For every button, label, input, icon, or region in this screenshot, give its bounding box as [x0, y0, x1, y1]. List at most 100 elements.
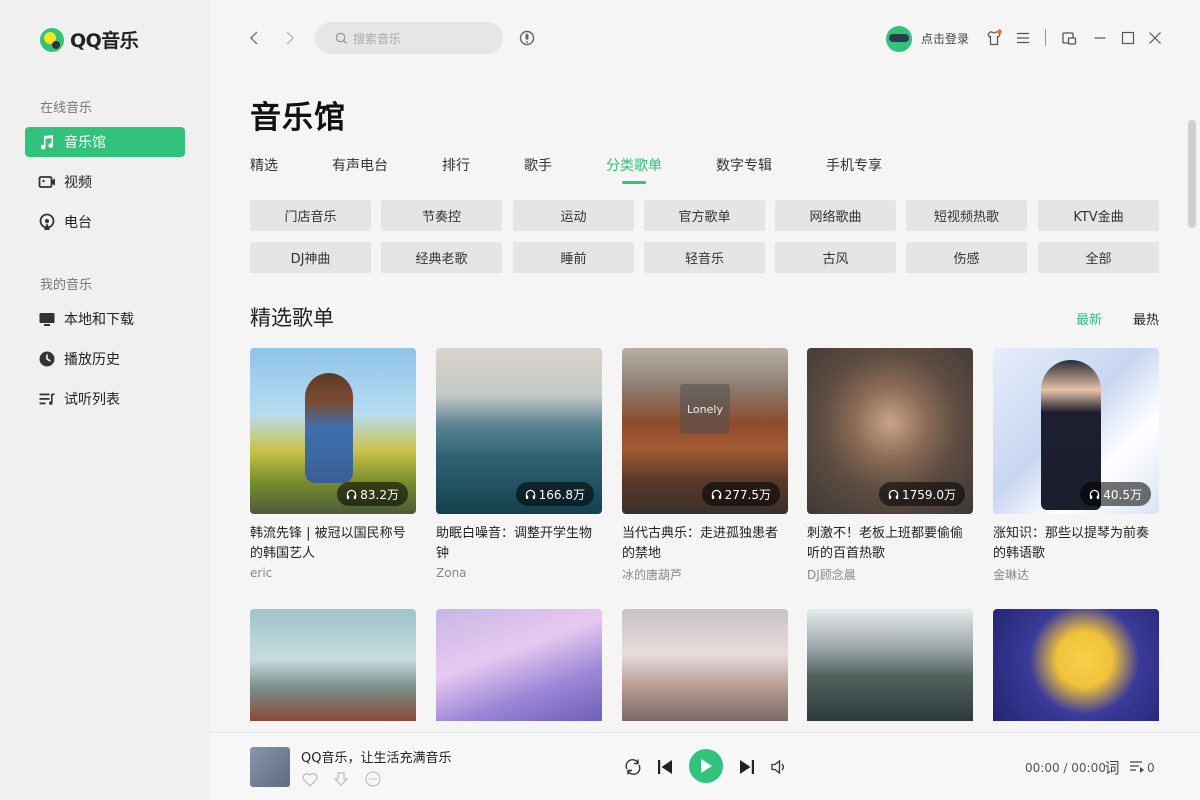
category-chip[interactable]: DJ神曲 — [250, 242, 371, 273]
main-menu-button[interactable] — [1012, 27, 1034, 49]
tab-singers[interactable]: 歌手 — [524, 155, 552, 175]
queue-count: 0 — [1147, 761, 1155, 775]
next-track-icon — [740, 760, 754, 774]
tab-category-playlists[interactable]: 分类歌单 — [606, 155, 662, 175]
music-note-icon — [40, 135, 54, 150]
now-playing-cover[interactable] — [250, 747, 290, 787]
tab-featured[interactable]: 精选 — [250, 155, 278, 175]
previous-track-icon — [658, 760, 672, 774]
playlist-title[interactable]: 涨知识：那些以提琴为前奏的韩语歌 — [993, 524, 1159, 564]
category-chip[interactable]: 网络歌曲 — [775, 200, 896, 231]
category-chip[interactable]: KTV金曲 — [1038, 200, 1159, 231]
headphones-icon — [1090, 489, 1100, 499]
playlist-title[interactable]: 当代古典乐：走进孤独患者的禁地 — [622, 524, 788, 564]
category-chip[interactable]: 伤感 — [906, 242, 1027, 273]
playlist-card[interactable]: 40.5万 涨知识：那些以提琴为前奏的韩语歌 金琳达 — [993, 348, 1159, 583]
next-button[interactable] — [736, 756, 758, 778]
previous-button[interactable] — [654, 756, 676, 778]
mini-player-icon — [1062, 32, 1077, 45]
loop-mode-button[interactable] — [622, 756, 644, 778]
online-music-heading: 在线音乐 — [40, 101, 93, 116]
playlist-author[interactable]: 冰的唐葫芦 — [622, 566, 788, 583]
sidebar-item-local-downloads[interactable]: 本地和下载 — [25, 304, 185, 334]
skin-button[interactable] — [983, 27, 1005, 49]
active-tab-indicator — [622, 181, 646, 184]
playlist-card[interactable]: 83.2万 韩流先锋 | 被冠以国民称号的韩国艺人 eric — [250, 348, 416, 580]
play-count-badge: 1759.0万 — [879, 482, 965, 506]
volume-button[interactable] — [768, 756, 790, 778]
user-avatar[interactable] — [886, 26, 912, 52]
playlist-title[interactable]: 刺激不！老板上班都要偷偷听的百首热歌 — [807, 524, 973, 564]
sort-hottest[interactable]: 最热 — [1133, 309, 1159, 328]
login-link[interactable]: 点击登录 — [921, 30, 969, 47]
minimize-button[interactable] — [1089, 27, 1111, 49]
category-chip[interactable]: 运动 — [513, 200, 634, 231]
mini-mode-button[interactable] — [1058, 27, 1080, 49]
play-button[interactable] — [689, 749, 723, 783]
category-chip[interactable]: 睡前 — [513, 242, 634, 273]
sidebar-item-video[interactable]: 视频 — [25, 167, 185, 197]
playlist-card[interactable]: 166.8万 助眠白噪音：调整开学生物钟 Zona — [436, 348, 602, 580]
category-chip[interactable]: 全部 — [1038, 242, 1159, 273]
queue-button[interactable] — [1128, 758, 1146, 776]
tab-rankings[interactable]: 排行 — [442, 155, 470, 175]
playlist-card[interactable]: 1759.0万 刺激不！老板上班都要偷偷听的百首热歌 DJ顾念晨 — [807, 348, 973, 583]
search-placeholder: 搜索音乐 — [353, 31, 402, 46]
like-button[interactable] — [300, 769, 320, 789]
category-chip[interactable]: 节奏控 — [381, 200, 502, 231]
sidebar-item-label: 电台 — [64, 215, 92, 231]
sidebar-item-radio[interactable]: 电台 — [25, 207, 185, 237]
category-chip[interactable]: 官方歌单 — [644, 200, 765, 231]
video-icon — [38, 176, 55, 188]
playlist-card[interactable]: Lonely 277.5万 当代古典乐：走进孤独患者的禁地 冰的唐葫芦 — [622, 348, 788, 583]
sidebar-item-play-history[interactable]: 播放历史 — [25, 344, 185, 374]
playback-time: 00:00 / 00:00 — [1025, 761, 1106, 775]
radio-icon — [39, 213, 55, 230]
category-chip[interactable]: 轻音乐 — [644, 242, 765, 273]
toolbar-divider — [1045, 29, 1046, 46]
playlist-cover[interactable]: Lonely 277.5万 — [622, 348, 788, 514]
voice-search-button[interactable] — [516, 27, 538, 49]
playlist-cover[interactable] — [436, 609, 602, 721]
category-chip[interactable]: 门店音乐 — [250, 200, 371, 231]
app-logo[interactable]: QQ音乐 — [40, 26, 139, 53]
content-scrollbar[interactable] — [1188, 120, 1196, 228]
playlist-cover[interactable] — [993, 609, 1159, 721]
forward-button[interactable] — [280, 28, 300, 48]
playlist-author[interactable]: 金琳达 — [993, 566, 1159, 583]
tab-audio-radio[interactable]: 有声电台 — [332, 155, 388, 175]
microphone-search-icon — [519, 30, 535, 46]
maximize-button[interactable] — [1117, 27, 1139, 49]
search-input[interactable]: 搜索音乐 — [315, 22, 503, 54]
qq-music-logo-icon — [40, 27, 64, 52]
close-button[interactable] — [1144, 27, 1166, 49]
sort-newest[interactable]: 最新 — [1076, 309, 1102, 328]
playlist-title[interactable]: 助眠白噪音：调整开学生物钟 — [436, 524, 602, 564]
minimize-icon — [1094, 37, 1106, 39]
chevron-right-icon — [286, 31, 295, 45]
tab-mobile-exclusive[interactable]: 手机专享 — [826, 155, 882, 175]
play-icon — [701, 759, 712, 773]
playlist-cover[interactable]: 83.2万 — [250, 348, 416, 514]
playlist-author[interactable]: Zona — [436, 566, 602, 580]
playlist-author[interactable]: eric — [250, 566, 416, 580]
download-button[interactable] — [331, 769, 351, 789]
playlist-cover[interactable] — [807, 609, 973, 721]
more-button[interactable] — [363, 769, 383, 789]
category-chip[interactable]: 古风 — [775, 242, 896, 273]
my-music-heading: 我的音乐 — [40, 278, 93, 293]
playlist-author[interactable]: DJ顾念晨 — [807, 566, 973, 583]
category-chip[interactable]: 短视频热歌 — [906, 200, 1027, 231]
back-button[interactable] — [244, 28, 264, 48]
tab-digital-albums[interactable]: 数字专辑 — [716, 155, 772, 175]
playlist-cover[interactable] — [622, 609, 788, 721]
playlist-cover[interactable]: 40.5万 — [993, 348, 1159, 514]
playlist-title[interactable]: 韩流先锋 | 被冠以国民称号的韩国艺人 — [250, 524, 416, 564]
playlist-cover[interactable] — [250, 609, 416, 721]
lyrics-button[interactable]: 词 — [1102, 757, 1122, 777]
sidebar-item-listen-list[interactable]: 试听列表 — [25, 384, 185, 414]
playlist-cover[interactable]: 1759.0万 — [807, 348, 973, 514]
sidebar-item-music-hall[interactable]: 音乐馆 — [25, 127, 185, 157]
playlist-cover[interactable]: 166.8万 — [436, 348, 602, 514]
category-chip[interactable]: 经典老歌 — [381, 242, 502, 273]
